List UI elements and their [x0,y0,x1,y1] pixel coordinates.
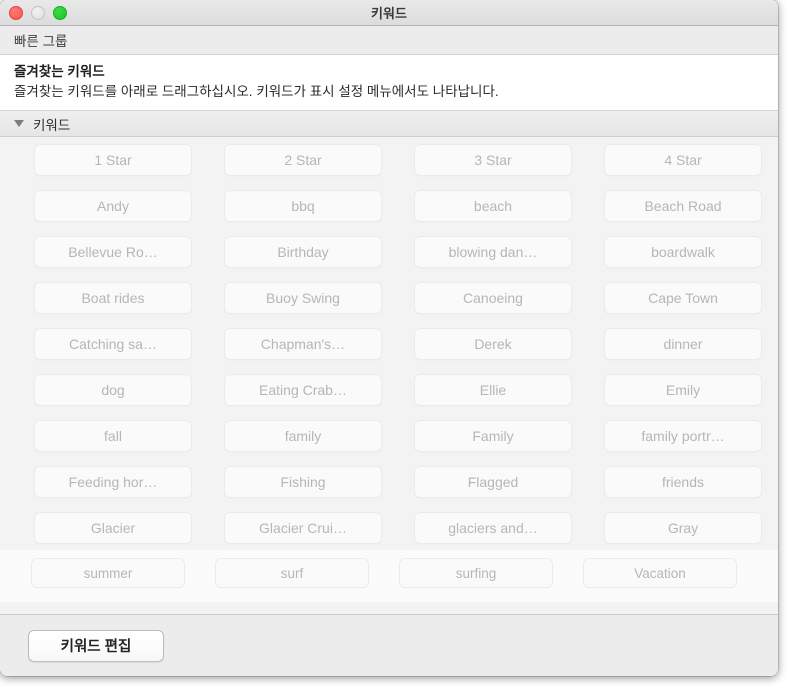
keyword-button[interactable]: beach [414,190,572,222]
keyword-button[interactable]: surf [215,558,369,588]
keyword-button[interactable]: Andy [34,190,192,222]
keywords-section-header[interactable]: 키워드 [0,110,778,137]
quick-group-label: 빠른 그룹 [14,34,68,49]
keyword-button[interactable]: Emily [604,374,762,406]
keyword-row: 1 Star 2 Star 3 Star 4 Star [0,144,778,176]
keyword-button[interactable]: Birthday [224,236,382,268]
keyword-button[interactable]: blowing dan… [414,236,572,268]
zoom-button[interactable] [53,5,67,20]
keyword-button[interactable]: Bellevue Ro… [34,236,192,268]
keyword-button[interactable]: 3 Star [414,144,572,176]
keyword-row: Andy bbq beach Beach Road [0,190,778,222]
keyword-button[interactable]: friends [604,466,762,498]
keyword-button[interactable]: summer [31,558,185,588]
keyword-row: Boat rides Buoy Swing Canoeing Cape Town [0,282,778,314]
traffic-light-group [9,5,67,20]
keyword-button[interactable]: Feeding hor… [34,466,192,498]
keyword-button[interactable]: Eating Crab… [224,374,382,406]
window-titlebar: 키워드 [0,0,778,26]
keyword-button[interactable]: Cape Town [604,282,762,314]
keyword-row: fall family Family family portr… [0,420,778,452]
keyword-button[interactable]: Vacation [583,558,737,588]
keyword-button[interactable]: 1 Star [34,144,192,176]
keyword-button[interactable]: Canoeing [414,282,572,314]
keyword-button[interactable]: Glacier Crui… [224,512,382,544]
edit-keywords-button[interactable]: 키워드 편집 [28,629,164,662]
quick-group-toolbar: 빠른 그룹 [0,26,778,55]
keyword-button[interactable]: Gray [604,512,762,544]
keyword-button[interactable]: Boat rides [34,282,192,314]
keyword-button[interactable]: 2 Star [224,144,382,176]
keyword-button[interactable]: boardwalk [604,236,762,268]
keyword-button[interactable]: Catching sa… [34,328,192,360]
keyword-button[interactable]: bbq [224,190,382,222]
keyword-button[interactable]: 4 Star [604,144,762,176]
keyword-button[interactable]: surfing [399,558,553,588]
keyword-button[interactable]: dog [34,374,192,406]
keyword-button[interactable]: family portr… [604,420,762,452]
keyword-button[interactable]: Beach Road [604,190,762,222]
close-button[interactable] [9,5,23,20]
keyword-button[interactable]: fall [34,420,192,452]
keyword-row: Bellevue Ro… Birthday blowing dan… boardwal… [0,236,778,268]
favorite-keywords-title: 즐겨찾는 키워드 [14,64,105,79]
keyword-button[interactable]: Fishing [224,466,382,498]
keyword-button[interactable]: Glacier [34,512,192,544]
window-footer: 키워드 편집 [0,614,778,676]
minimize-button[interactable] [31,5,45,20]
keyword-row: summer surf surfing Vacation [0,558,778,590]
keyword-button[interactable]: dinner [604,328,762,360]
keyword-row: Feeding hor… Fishing Flagged friends [0,466,778,498]
favorite-keywords-description: 즐겨찾는 키워드를 아래로 드래그하십시오. 키워드가 표시 설정 메뉴에서도 … [14,84,499,99]
favorite-keywords-info: 즐겨찾는 키워드 즐겨찾는 키워드를 아래로 드래그하십시오. 키워드가 표시 … [0,55,778,110]
window-title: 키워드 [371,6,407,21]
keyword-button[interactable]: Family [414,420,572,452]
keyword-button[interactable]: glaciers and… [414,512,572,544]
keyword-button[interactable]: family [224,420,382,452]
keywords-section-title: 키워드 [33,117,71,133]
keyword-row: Catching sa… Chapman's… Derek dinner [0,328,778,360]
keywords-window: 키워드 빠른 그룹 즐겨찾는 키워드 즐겨찾는 키워드를 아래로 드래그하십시오… [0,0,778,676]
keyword-grid: 1 Star 2 Star 3 Star 4 Star Andy bbq beach Beac… [0,137,778,614]
keyword-button[interactable]: Ellie [414,374,572,406]
keyword-row: dog Eating Crab… Ellie Emily [0,374,778,406]
keyword-button[interactable]: Chapman's… [224,328,382,360]
keyword-button[interactable]: Flagged [414,466,572,498]
triangle-down-icon[interactable] [14,120,24,127]
keyword-button[interactable]: Buoy Swing [224,282,382,314]
keyword-button[interactable]: Derek [414,328,572,360]
keyword-row: Glacier Glacier Crui… glaciers and… Gray [0,512,778,544]
